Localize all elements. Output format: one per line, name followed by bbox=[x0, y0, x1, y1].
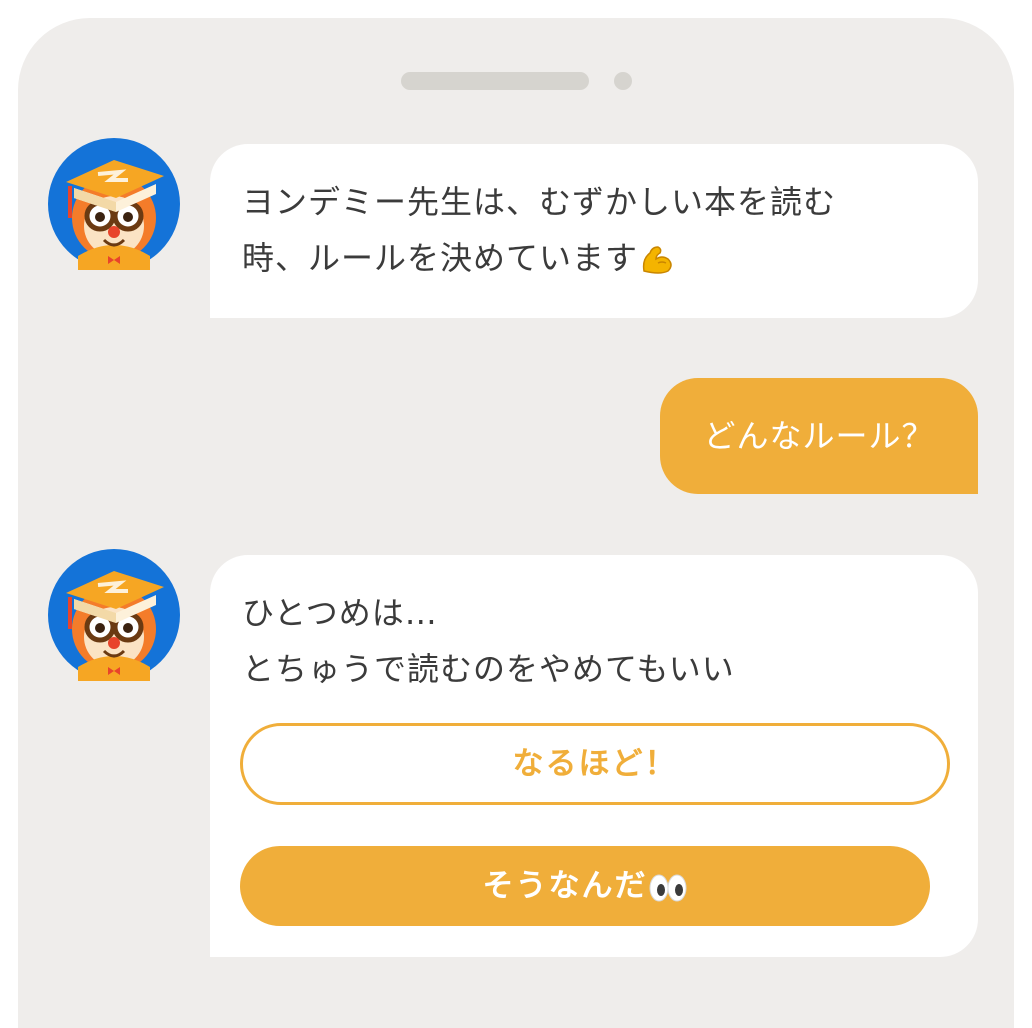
teacher-avatar bbox=[48, 138, 180, 270]
reply-option-sounanda-button[interactable]: そうなんだ bbox=[240, 846, 930, 926]
reply-option-label: そうなんだ bbox=[482, 868, 648, 904]
teacher-owl-graduation-cap-icon bbox=[48, 549, 180, 681]
message-text-line-wrap: 時、ルールを決めています bbox=[242, 230, 836, 286]
phone-speaker bbox=[401, 72, 589, 90]
teacher-message-bubble: ヨンデミー先生は、むずかしい本を読む 時、ルールを決めています bbox=[210, 144, 978, 318]
teacher-avatar bbox=[48, 549, 180, 681]
eyes-icon bbox=[649, 874, 686, 901]
flexed-biceps-icon bbox=[642, 246, 672, 274]
reply-option-naruhodo-button[interactable]: なるほど！ bbox=[240, 723, 950, 805]
phone-frame: ヨンデミー先生は、むずかしい本を読む 時、ルールを決めています どんなルール？ bbox=[18, 18, 1014, 1028]
message-text-line: ヨンデミー先生は、むずかしい本を読む bbox=[242, 183, 837, 221]
message-text-line: ひとつめは… bbox=[242, 594, 438, 632]
reply-option-label: なるほど！ bbox=[512, 746, 678, 782]
teacher-owl-graduation-cap-icon bbox=[48, 138, 180, 270]
message-text-line: 時、ルールを決めています bbox=[242, 239, 639, 277]
user-message-bubble: どんなルール？ bbox=[660, 378, 978, 494]
phone-camera bbox=[614, 72, 632, 90]
user-message-text: どんなルール？ bbox=[703, 417, 935, 455]
message-text-line: とちゅうで読むのをやめてもいい bbox=[242, 650, 735, 688]
